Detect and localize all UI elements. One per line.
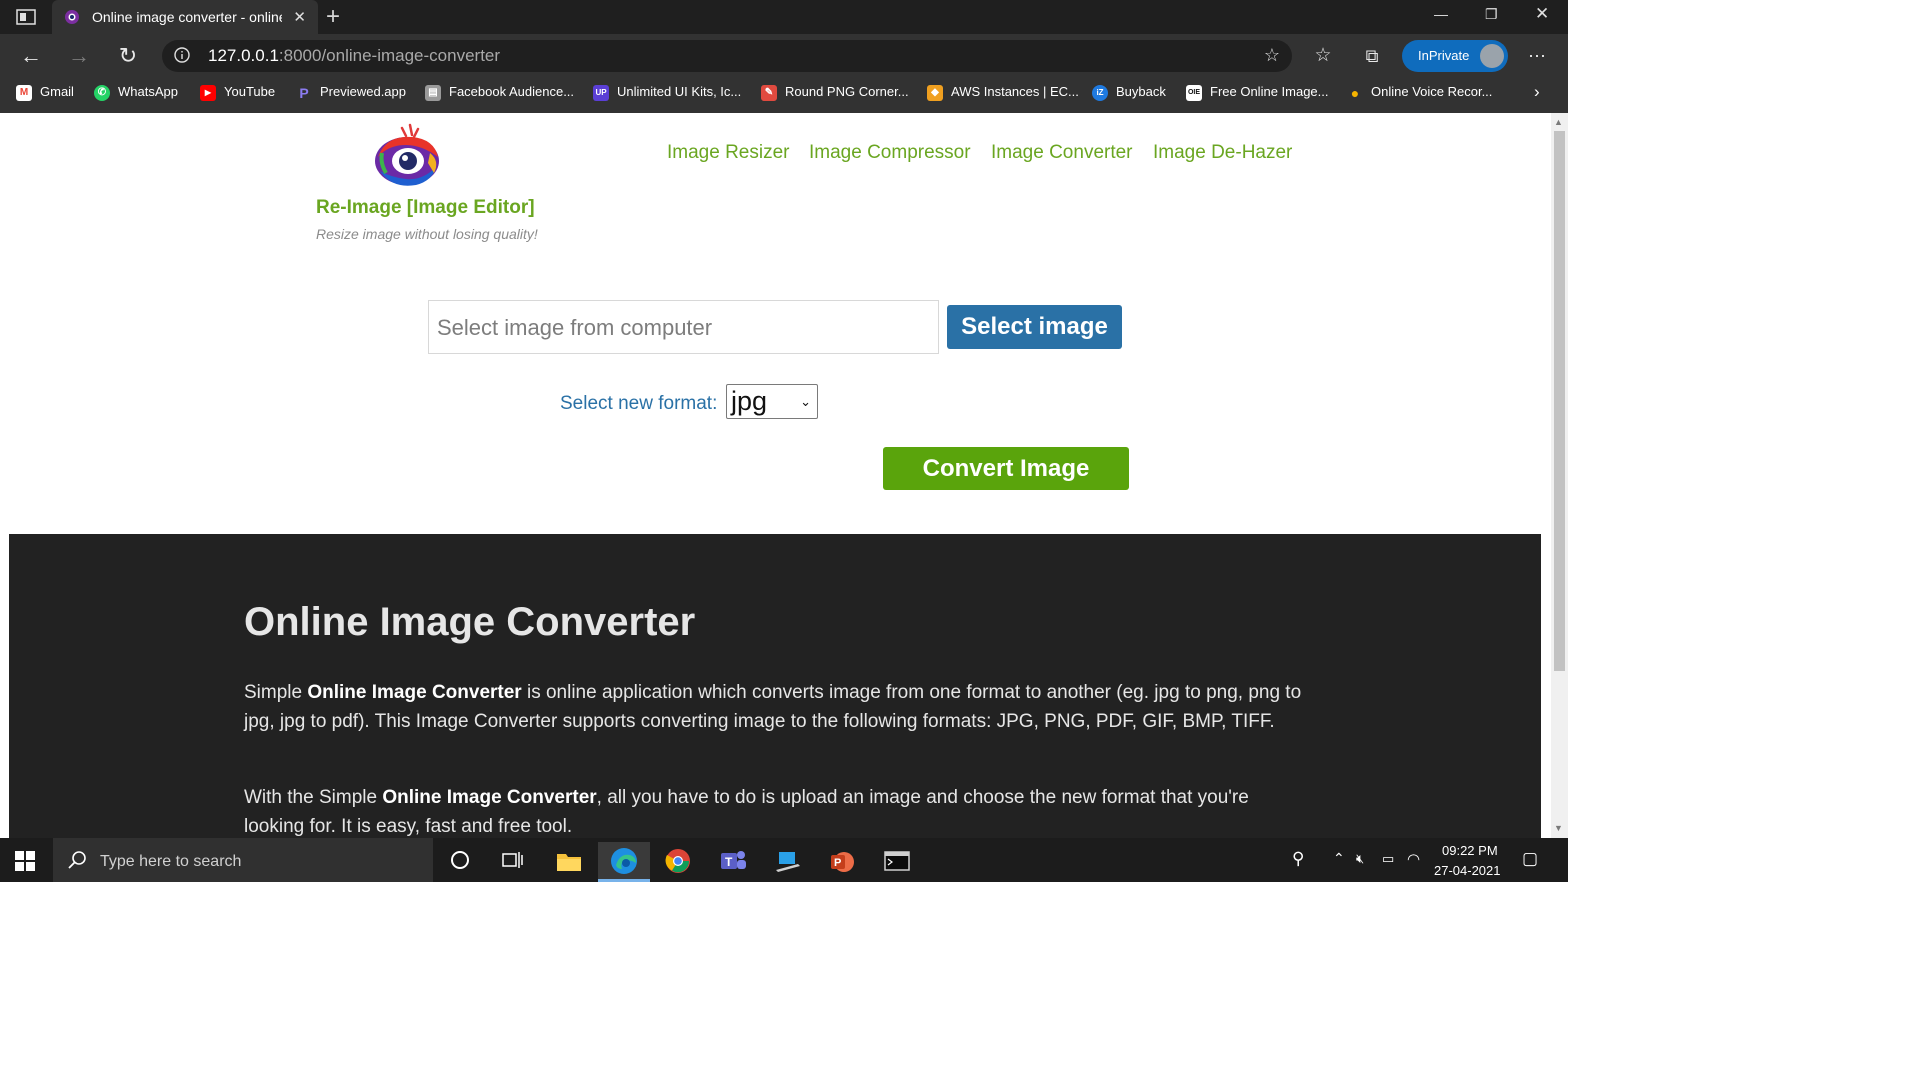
tab-title: Online image converter - online	[92, 9, 282, 25]
format-select[interactable]: jpg ⌄	[726, 384, 818, 419]
page-viewport: Re-Image [Image Editor] Resize image wit…	[0, 113, 1551, 838]
bookmark-voice-recorder[interactable]: ● Online Voice Recor...	[1347, 78, 1493, 106]
taskbar-search[interactable]: Type here to search	[53, 838, 433, 882]
bookmark-previewed[interactable]: P Previewed.app	[296, 78, 406, 106]
tab-actions-icon[interactable]	[16, 9, 36, 25]
bookmark-free-online-image[interactable]: OIE Free Online Image...	[1186, 78, 1329, 106]
file-explorer-icon[interactable]	[543, 842, 595, 882]
chevron-down-icon: ⌄	[800, 394, 811, 409]
ui-kits-icon: UP	[593, 84, 609, 101]
re-image-logo	[375, 123, 439, 186]
bookmark-whatsapp[interactable]: ✆ WhatsApp	[94, 78, 178, 106]
favorites-icon[interactable]: ☆	[1310, 43, 1336, 69]
show-hidden-icons-icon[interactable]: ⌃	[1333, 850, 1345, 867]
url-host: 127.0.0.1	[208, 46, 279, 65]
terminal-icon[interactable]	[871, 842, 923, 882]
clock-time[interactable]: 09:22 PM	[1442, 843, 1498, 858]
search-icon	[68, 851, 86, 869]
select-image-button[interactable]: Select image	[947, 305, 1122, 349]
notifications-icon[interactable]: ▢	[1522, 849, 1538, 869]
info-section: Online Image Converter Simple Online Ima…	[9, 534, 1541, 838]
cortana-icon[interactable]	[434, 842, 486, 882]
file-path-input[interactable]: Select image from computer	[428, 300, 939, 354]
more-bookmarks-icon[interactable]: ›	[1534, 78, 1540, 106]
round-png-icon: ✎	[761, 84, 777, 101]
profile-avatar	[1480, 44, 1504, 68]
close-window-icon[interactable]: ✕	[1535, 4, 1549, 24]
browser-tab[interactable]: Online image converter - online ✕	[52, 0, 318, 34]
previewed-icon: P	[299, 84, 309, 101]
scroll-up-icon[interactable]: ▲	[1554, 117, 1563, 127]
scroll-thumb[interactable]	[1554, 131, 1565, 671]
tab-bar: Online image converter - online ✕ + — ❐ …	[0, 0, 1568, 34]
bookmark-buyback[interactable]: iZ Buyback	[1092, 78, 1166, 106]
page-scrollbar[interactable]: ▲ ▼	[1551, 113, 1568, 838]
windows-start-icon[interactable]	[14, 850, 36, 872]
brand-name[interactable]: Re-Image [Image Editor]	[316, 197, 535, 219]
site-info-icon[interactable]	[174, 47, 190, 63]
close-tab-icon[interactable]: ✕	[293, 8, 306, 26]
gmail-icon: M	[16, 84, 32, 101]
address-toolbar: ← → ↻ 127.0.0.1:8000/online-image-conver…	[0, 34, 1568, 78]
restore-icon[interactable]: ❐	[1485, 6, 1498, 23]
collections-icon[interactable]: ⧉	[1359, 43, 1385, 69]
bookmark-gmail[interactable]: M Gmail	[16, 78, 74, 106]
network-app-icon[interactable]	[762, 842, 814, 882]
edge-icon[interactable]	[598, 842, 650, 882]
site-favicon-icon	[65, 10, 79, 24]
bookmark-facebook-audience[interactable]: ▤ Facebook Audience...	[425, 78, 574, 106]
voice-recorder-icon: ●	[1350, 84, 1360, 101]
powerpoint-icon[interactable]: P	[816, 842, 868, 882]
format-label: Select new format:	[560, 393, 718, 414]
task-view-icon[interactable]	[487, 842, 539, 882]
bookmark-youtube[interactable]: ▶ YouTube	[200, 78, 275, 106]
battery-icon[interactable]: ▭	[1382, 851, 1394, 867]
info-paragraph-2: With the Simple Online Image Converter, …	[244, 787, 1249, 837]
scroll-down-icon[interactable]: ▼	[1554, 823, 1563, 833]
chrome-icon[interactable]	[653, 842, 705, 882]
inprivate-label: InPrivate	[1418, 48, 1470, 63]
windows-taskbar: Type here to search T P ⚲ ⌃ 🔇︎ ▭ ◠ 09:22…	[0, 838, 1568, 882]
url-field[interactable]: 127.0.0.1:8000/online-image-converter ☆	[162, 40, 1292, 72]
search-placeholder: Type here to search	[100, 853, 242, 870]
wifi-icon[interactable]: ◠	[1407, 850, 1420, 868]
svg-text:P: P	[834, 857, 841, 869]
forward-icon[interactable]: →	[66, 43, 92, 69]
nav-image-converter[interactable]: Image Converter	[991, 142, 1133, 164]
bookmark-aws[interactable]: ◆ AWS Instances | EC...	[927, 78, 1079, 106]
info-paragraph-1: Simple Online Image Converter is online …	[244, 682, 1302, 732]
volume-muted-icon[interactable]: 🔇︎	[1356, 851, 1364, 867]
file-input-placeholder: Select image from computer	[437, 315, 713, 340]
buyback-icon: iZ	[1092, 84, 1108, 101]
nav-image-resizer[interactable]: Image Resizer	[667, 142, 790, 164]
youtube-icon: ▶	[200, 84, 216, 101]
more-menu-icon[interactable]: ⋯	[1524, 43, 1550, 69]
whatsapp-icon: ✆	[94, 84, 110, 101]
new-tab-icon[interactable]: +	[326, 3, 340, 31]
nav-image-compressor[interactable]: Image Compressor	[809, 142, 971, 164]
brand-tagline: Resize image without losing quality!	[316, 226, 538, 242]
aws-icon: ◆	[927, 84, 943, 101]
svg-text:T: T	[725, 855, 733, 869]
facebook-audience-icon: ▤	[425, 84, 441, 101]
inprivate-badge[interactable]: InPrivate	[1402, 40, 1508, 72]
people-icon[interactable]: ⚲	[1292, 849, 1304, 869]
format-select-value: jpg	[731, 386, 768, 416]
convert-image-button[interactable]: Convert Image	[883, 447, 1129, 490]
bookmark-ui-kits[interactable]: UP Unlimited UI Kits, Ic...	[593, 78, 741, 106]
clock-date[interactable]: 27-04-2021	[1434, 863, 1501, 878]
back-icon[interactable]: ←	[18, 43, 44, 69]
nav-image-dehazer[interactable]: Image De-Hazer	[1153, 142, 1292, 164]
bookmark-round-png[interactable]: ✎ Round PNG Corner...	[761, 78, 909, 106]
add-favorite-icon[interactable]: ☆	[1264, 45, 1280, 66]
bookmarks-bar: M Gmail ✆ WhatsApp ▶ YouTube P Previewed.app…	[0, 78, 1568, 113]
teams-icon[interactable]: T	[707, 842, 759, 882]
refresh-icon[interactable]: ↻	[115, 43, 141, 69]
url-path: :8000/online-image-converter	[278, 46, 501, 65]
minimize-icon[interactable]: —	[1434, 6, 1448, 22]
free-online-image-icon: OIE	[1186, 84, 1202, 101]
info-heading: Online Image Converter	[244, 600, 696, 644]
